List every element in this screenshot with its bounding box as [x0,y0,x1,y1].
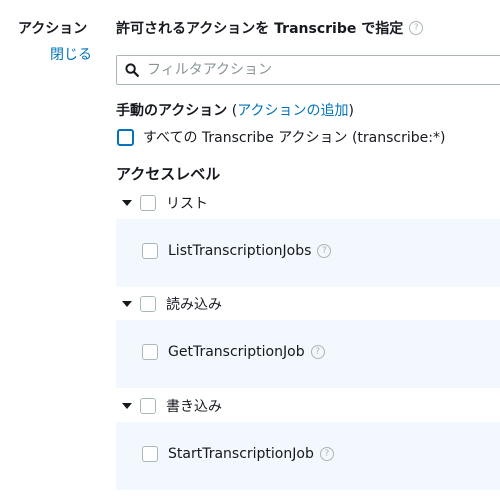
manual-close-paren: ) [348,103,355,119]
action-checkbox[interactable] [142,344,158,360]
group-row-write: 書き込み [122,396,222,416]
group-panel-write: StartTranscriptionJob ? [116,422,500,490]
group-checkbox-write[interactable] [140,398,156,414]
info-icon[interactable]: ? [317,244,332,258]
caret-down-icon[interactable] [122,403,132,409]
action-label: GetTranscriptionJob [168,344,305,360]
action-checkbox[interactable] [142,446,158,462]
allowed-actions-heading: 許可されるアクションを Transcribe で指定 ? [116,18,424,38]
filter-box[interactable] [116,55,500,85]
filter-actions-input[interactable] [145,61,469,79]
group-row-read: 読み込み [122,294,222,314]
access-level-title: アクセスレベル [116,165,221,183]
manual-actions-title: 手動のアクション [116,103,228,119]
heading-text: 許可されるアクションを Transcribe で指定 [116,21,404,37]
action-label: StartTranscriptionJob [168,446,314,462]
group-row-list: リスト [122,193,208,213]
group-label-list: リスト [166,196,208,212]
action-label: ListTranscriptionJobs [168,243,312,259]
action-item[interactable]: ListTranscriptionJobs ? [142,243,332,259]
search-icon [125,63,139,77]
caret-down-icon[interactable] [122,200,132,206]
info-icon[interactable]: ? [319,447,334,461]
actions-editor: アクション 閉じる 許可されるアクションを Transcribe で指定 ? 手… [0,0,500,499]
close-link[interactable]: 閉じる [50,44,92,64]
action-checkbox[interactable] [142,243,158,259]
add-actions-link[interactable]: アクションの追加 [237,103,348,119]
group-checkbox-list[interactable] [140,195,156,211]
all-actions-checkbox[interactable] [117,128,134,146]
group-panel-read: GetTranscriptionJob ? [116,320,500,388]
manual-actions: 手動のアクション (アクションの追加) [116,100,354,120]
action-item[interactable]: GetTranscriptionJob ? [142,344,325,360]
group-label-read: 読み込み [166,297,222,313]
group-label-write: 書き込み [166,399,222,415]
section-label: アクション [18,21,88,37]
group-panel-list: ListTranscriptionJobs ? [116,219,500,287]
group-checkbox-read[interactable] [140,296,156,312]
manual-open-paren: ( [227,103,238,119]
info-icon[interactable]: ? [409,21,424,35]
all-actions-row[interactable]: すべての Transcribe アクション (transcribe:*) [117,127,445,147]
action-item[interactable]: StartTranscriptionJob ? [142,446,334,462]
all-actions-label: すべての Transcribe アクション (transcribe:*) [143,130,446,146]
caret-down-icon[interactable] [122,301,132,307]
info-icon[interactable]: ? [310,345,325,359]
